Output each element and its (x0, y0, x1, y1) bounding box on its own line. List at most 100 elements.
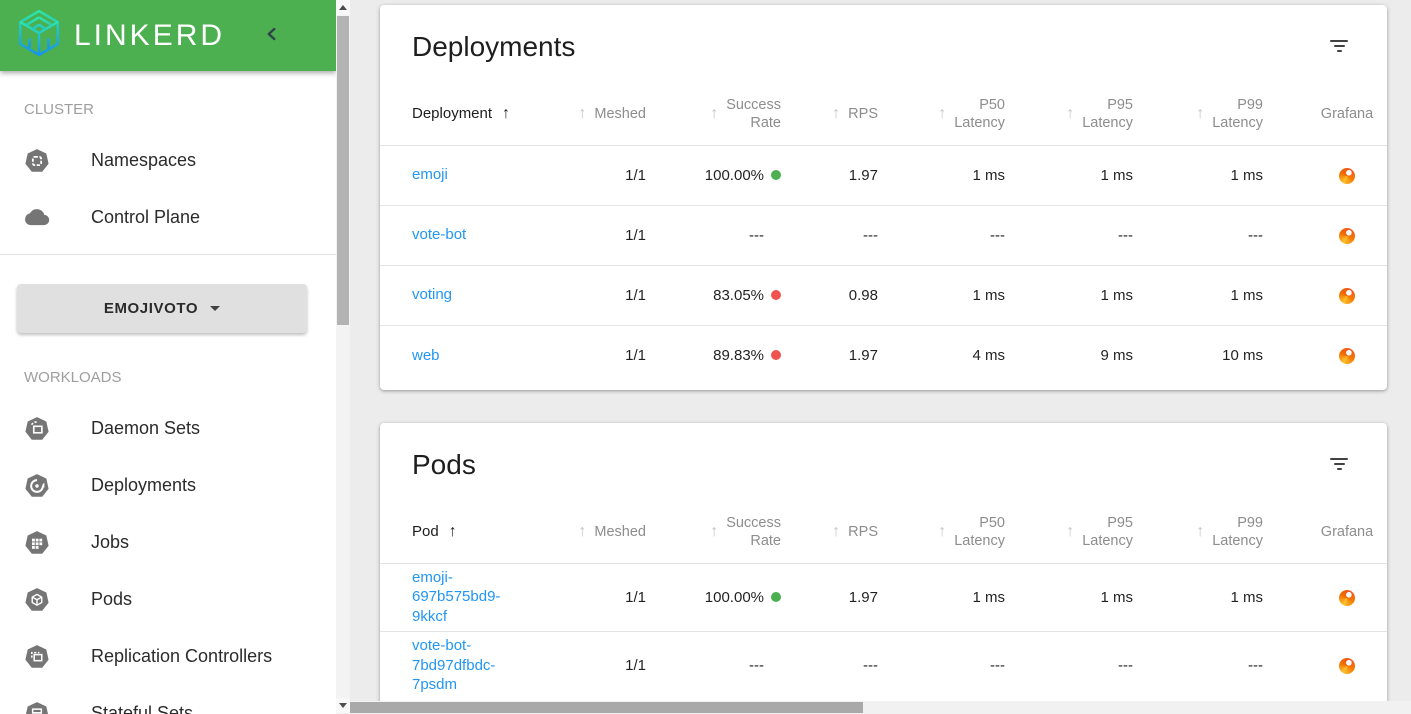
success-rate-value: --- (749, 226, 764, 244)
success-rate-value: 100.00% (704, 588, 764, 606)
pod-link[interactable]: emoji-697b575bd9-9kkcf (412, 568, 517, 627)
p50-cell: --- (902, 204, 1029, 265)
sidebar-item-control-plane[interactable]: Control Plane (0, 189, 336, 246)
collapse-sidebar-button[interactable] (261, 23, 283, 48)
replication-controllers-icon (24, 644, 50, 670)
dropdown-caret-icon (210, 306, 221, 311)
sort-icon: ↑ (832, 104, 841, 122)
sort-icon: ↑ (710, 522, 719, 540)
column-header-rps[interactable]: ↑ RPS (805, 501, 902, 563)
deployment-link[interactable]: web (412, 346, 440, 366)
column-header-p50[interactable]: ↑ P50 Latency (902, 501, 1029, 563)
p95-cell: 1 ms (1029, 562, 1157, 631)
filter-button[interactable] (1329, 458, 1349, 472)
filter-button[interactable] (1329, 40, 1349, 54)
sidebar-item-pods[interactable]: Pods (0, 571, 336, 628)
sidebar-item-deployments[interactable]: Deployments (0, 457, 336, 514)
sidebar-item-namespaces[interactable]: Namespaces (0, 132, 336, 189)
sort-icon: ↑ (1196, 104, 1205, 122)
grafana-link[interactable] (1339, 286, 1355, 304)
deployment-link[interactable]: voting (412, 285, 452, 305)
scroll-up-button[interactable] (336, 0, 350, 15)
linkerd-logo-icon[interactable] (14, 7, 64, 64)
column-header-meshed[interactable]: ↑ Meshed (578, 83, 670, 145)
pods-icon (24, 587, 50, 613)
statefulsets-icon (24, 701, 50, 714)
deployments-card-title: Deployments (412, 31, 576, 62)
cloud-icon (24, 205, 50, 231)
rps-cell: 1.97 (805, 562, 902, 631)
success-rate-value: 100.00% (704, 166, 764, 184)
sort-icon: ↑ (1066, 522, 1075, 540)
horizontal-scrollbar-thumb[interactable] (350, 702, 863, 713)
column-header-p95[interactable]: ↑ P95 Latency (1029, 83, 1157, 145)
table-row: voting 1/1 83.05% 0.98 1 ms 1 ms 1 ms (380, 264, 1387, 325)
sort-asc-icon: ↑ (448, 522, 457, 540)
sort-icon: ↑ (938, 104, 947, 122)
sidebar-scrollbar-thumb[interactable] (337, 16, 349, 325)
sort-icon: ↑ (1196, 522, 1205, 540)
p99-cell: 10 ms (1157, 324, 1287, 385)
sidebar-header: LINKERD (0, 0, 336, 71)
grafana-link[interactable] (1339, 657, 1355, 674)
sort-icon: ↑ (578, 522, 587, 540)
column-header-p95[interactable]: ↑ P95 Latency (1029, 501, 1157, 563)
table-row: web 1/1 89.83% 1.97 4 ms 9 ms 10 ms (380, 324, 1387, 385)
pod-link[interactable]: vote-bot-7bd97dfbdc-7psdm (412, 636, 517, 695)
table-row: emoji 1/1 100.00% 1.97 1 ms 1 ms 1 ms (380, 144, 1387, 205)
meshed-cell: 1/1 (620, 562, 670, 631)
sort-icon: ↑ (710, 104, 719, 122)
grafana-link[interactable] (1339, 347, 1355, 364)
pods-table: Pod ↑ ↑ Meshed ↑ Success Rate ↑ RPS ↑ P50 Lat… (380, 501, 1387, 699)
rps-cell: --- (805, 630, 902, 699)
scroll-down-button[interactable] (336, 698, 350, 713)
rps-cell: 1.97 (805, 324, 902, 385)
column-header-grafana: Grafana (1320, 105, 1374, 122)
main-content: Deployments Deployment ↑ ↑ Meshed ↑ Success… (350, 0, 1411, 714)
brand-title[interactable]: LINKERD (74, 19, 225, 53)
p99-cell: --- (1157, 204, 1287, 265)
deployment-link[interactable]: vote-bot (412, 225, 466, 245)
chevron-left-icon (261, 23, 283, 48)
sidebar-item-label: Namespaces (91, 150, 197, 170)
namespace-selector-button[interactable]: EMOJIVOTO (17, 284, 307, 333)
grafana-link[interactable] (1339, 226, 1355, 244)
rps-cell: 1.97 (805, 144, 902, 205)
status-dot (771, 592, 781, 602)
column-header-success-rate[interactable]: ↑ Success Rate (670, 83, 805, 145)
column-header-success-rate[interactable]: ↑ Success Rate (670, 501, 805, 563)
p99-cell: --- (1157, 630, 1287, 699)
sidebar-divider (0, 254, 336, 255)
sidebar-item-label: Replication Controllers (91, 646, 273, 666)
section-caption-workloads: WORKLOADS (24, 369, 122, 386)
horizontal-scrollbar[interactable] (350, 701, 1411, 714)
sidebar-item-jobs[interactable]: Jobs (0, 514, 336, 571)
meshed-cell: 1/1 (620, 324, 670, 385)
p50-cell: 4 ms (902, 324, 1029, 385)
sidebar-item-stateful-sets[interactable]: Stateful Sets (0, 685, 336, 714)
column-header-p99[interactable]: ↑ P99 Latency (1157, 501, 1287, 563)
meshed-cell: 1/1 (620, 144, 670, 205)
column-header-p50[interactable]: ↑ P50 Latency (902, 83, 1029, 145)
sidebar-item-replication-controllers[interactable]: Replication Controllers (0, 628, 336, 685)
sidebar-item-label: Deployments (91, 475, 197, 495)
grafana-link[interactable] (1339, 588, 1355, 606)
column-header-p99[interactable]: ↑ P99 Latency (1157, 83, 1287, 145)
column-header-meshed[interactable]: ↑ Meshed (578, 501, 670, 563)
rps-cell: --- (805, 204, 902, 265)
p95-cell: --- (1029, 204, 1157, 265)
sidebar-item-daemon-sets[interactable]: Daemon Sets (0, 400, 336, 457)
column-header-rps[interactable]: ↑ RPS (805, 83, 902, 145)
table-row: vote-bot-7bd97dfbdc-7psdm 1/1 --- --- --… (380, 630, 1387, 699)
sidebar: LINKERD CLUSTER Namespaces Control Plane… (0, 0, 336, 714)
p99-cell: 1 ms (1157, 264, 1287, 325)
sidebar-scrollbar[interactable] (336, 0, 350, 714)
status-dot (771, 290, 781, 300)
grafana-link[interactable] (1339, 166, 1355, 184)
p50-cell: 1 ms (902, 144, 1029, 205)
p50-cell: 1 ms (902, 264, 1029, 325)
sort-icon: ↑ (832, 522, 841, 540)
arrow-up-icon (339, 5, 347, 10)
deployment-link[interactable]: emoji (412, 165, 448, 185)
status-dot (771, 350, 781, 361)
